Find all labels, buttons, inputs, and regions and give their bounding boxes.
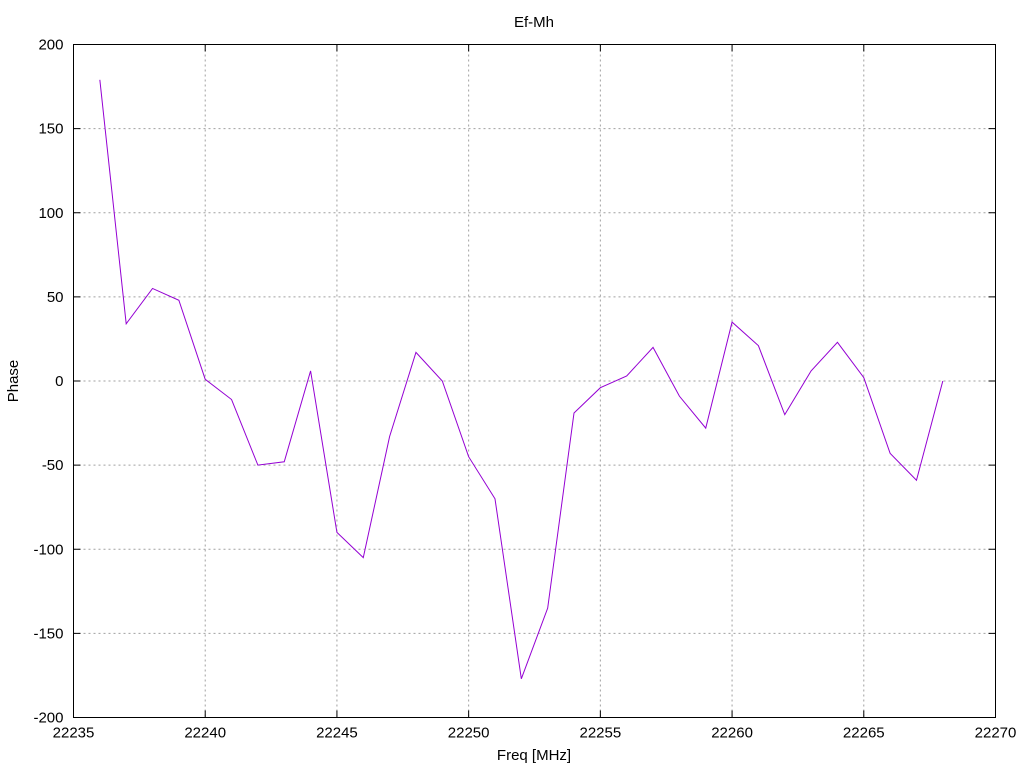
tick-labels: 22235 22240 22245 22250 22255 22260 22265 22270… <box>33 37 1016 742</box>
y-tick-label: -200 <box>33 710 63 727</box>
series-line <box>99 79 944 679</box>
grid <box>73 44 996 718</box>
x-tick-label: 22250 <box>448 725 490 742</box>
x-tick-label: 22245 <box>316 725 358 742</box>
y-tick-label: 0 <box>55 373 63 390</box>
x-tick-label: 22265 <box>843 725 885 742</box>
x-tick-label: 22240 <box>184 725 226 742</box>
x-axis-label: Freq [MHz] <box>497 747 571 764</box>
y-tick-label: 200 <box>38 37 63 54</box>
chart: 22235 22240 22245 22250 22255 22260 22265 22270… <box>0 0 1024 768</box>
chart-title: Ef-Mh <box>514 14 554 31</box>
x-tick-label: 22255 <box>579 725 621 742</box>
y-tick-label: -100 <box>33 541 63 558</box>
y-tick-label: -50 <box>42 457 64 474</box>
plot-svg: 22235 22240 22245 22250 22255 22260 22265 22270… <box>5 14 1016 764</box>
x-tick-label: 22270 <box>975 725 1017 742</box>
x-tick-label: 22235 <box>53 725 95 742</box>
series <box>99 79 944 679</box>
y-tick-label: -150 <box>33 625 63 642</box>
x-tick-label: 22260 <box>711 725 753 742</box>
y-axis-label: Phase <box>5 360 22 403</box>
y-tick-label: 50 <box>47 289 64 306</box>
y-tick-label: 150 <box>38 121 63 138</box>
y-tick-label: 100 <box>38 205 63 222</box>
